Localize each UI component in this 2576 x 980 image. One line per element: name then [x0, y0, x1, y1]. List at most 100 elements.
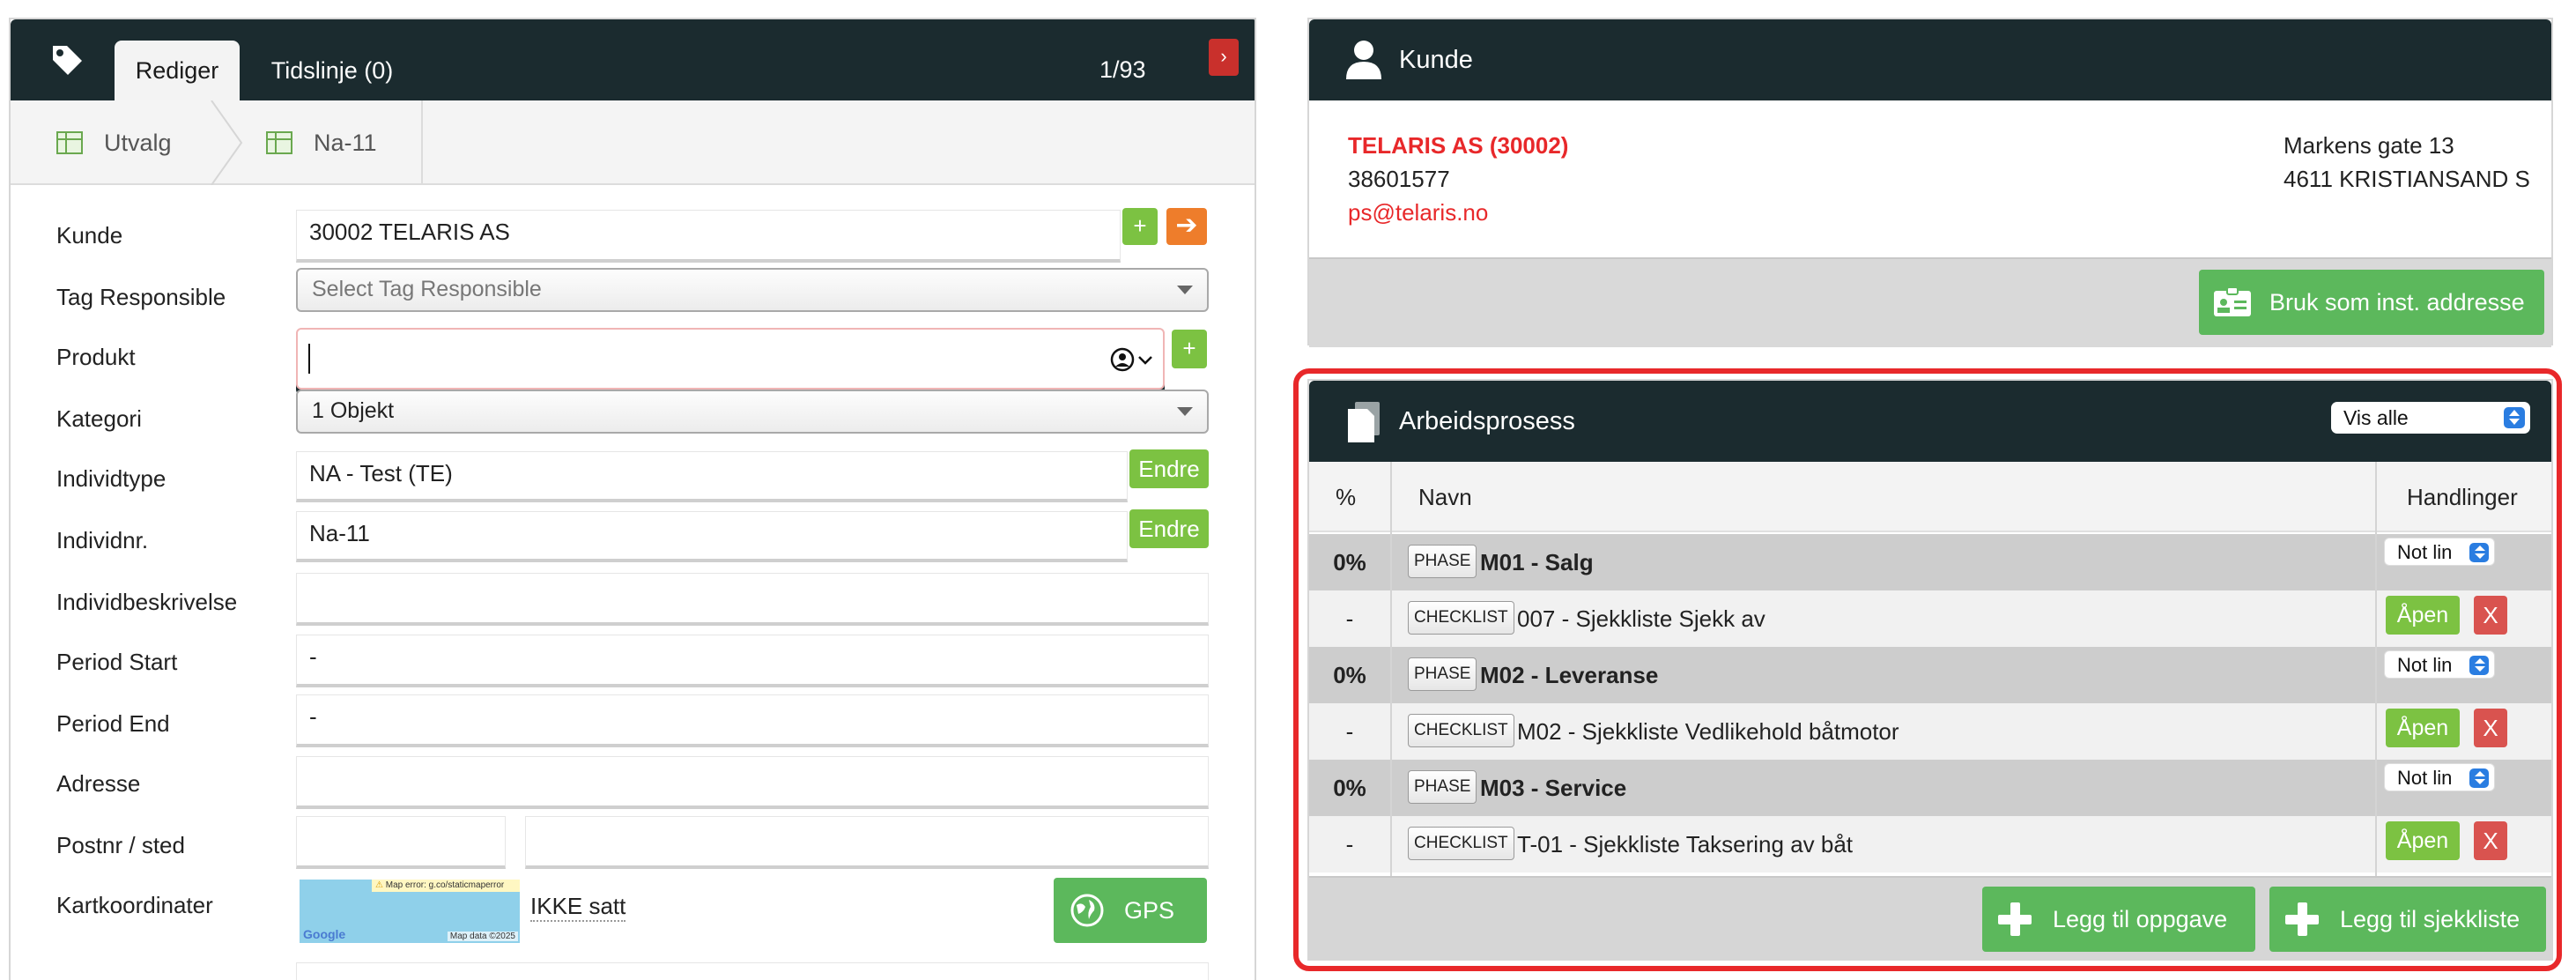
row-name: M01 - Salg [1480, 549, 1594, 575]
individbeskrivelse-input[interactable] [296, 573, 1209, 626]
row-percent: 0% [1333, 549, 1366, 575]
individtype-input[interactable]: NA - Test (TE) [296, 451, 1128, 502]
map-error-text: Map error: g.co/staticmaperror [385, 880, 505, 890]
endre-individnr-button[interactable]: Endre [1129, 509, 1209, 548]
coordinates-status: IKKE satt [530, 892, 626, 922]
next-field-input[interactable] [296, 962, 1209, 980]
kartkoordinater-label: Kartkoordinater [56, 892, 213, 918]
produkt-label: Produkt [56, 344, 136, 370]
google-logo: Google [303, 927, 346, 941]
column-divider [1390, 462, 1392, 876]
individtype-label: Individtype [56, 465, 167, 492]
adresse-label: Adresse [56, 770, 141, 797]
kunde-label: Kunde [56, 222, 123, 249]
column-header-handlinger: Handlinger [2407, 484, 2518, 510]
open-button[interactable]: Åpen [2386, 821, 2460, 860]
tag-responsible-select[interactable]: Select Tag Responsible [296, 268, 1209, 312]
arbeidsprosess-title: Arbeidsprosess [1399, 407, 1575, 435]
row-percent: 0% [1333, 662, 1366, 688]
next-record-button[interactable]: › [1209, 39, 1239, 76]
kunde-footer: Bruk som inst. addresse [1309, 257, 2551, 347]
delete-button[interactable]: X [2474, 709, 2507, 747]
filter-select[interactable]: Vis alle [2331, 402, 2530, 434]
tag-responsible-placeholder: Select Tag Responsible [312, 277, 542, 301]
document-icon [1348, 402, 1380, 442]
column-divider [2375, 462, 2377, 876]
column-header-navn: Navn [1418, 484, 1472, 510]
row-percent: - [1345, 605, 1354, 632]
produkt-input[interactable] [296, 328, 1165, 390]
postnr-sted-label: Postnr / sted [56, 832, 185, 858]
row-name: M02 - Leveranse [1480, 662, 1659, 688]
row-name: T-01 - Sjekkliste Taksering av båt [1517, 831, 1854, 858]
add-task-button[interactable]: Legg til oppgave [1982, 887, 2255, 952]
go-to-kunde-button[interactable]: ➔ [1166, 208, 1207, 245]
row-name: M03 - Service [1480, 775, 1627, 801]
individnr-input[interactable]: Na-11 [296, 511, 1128, 562]
period-start-label: Period Start [56, 649, 178, 675]
delete-button[interactable]: X [2474, 596, 2507, 635]
sted-input[interactable] [525, 816, 1209, 869]
kunde-address-line1: Markens gate 13 [2284, 132, 2454, 159]
id-card-icon [2214, 287, 2251, 316]
use-as-install-address-button[interactable]: Bruk som inst. addresse [2199, 270, 2544, 335]
status-select[interactable]: Not lin [2384, 538, 2495, 566]
tab-tidslinje[interactable]: Tidslinje (0) [257, 41, 407, 100]
chevron-down-icon [1138, 356, 1152, 365]
add-checklist-button[interactable]: Legg til sjekkliste [2269, 887, 2546, 952]
map-error-banner: ⚠ Map error: g.co/staticmaperror [372, 880, 520, 892]
add-kunde-button[interactable]: + [1122, 208, 1158, 245]
warning-icon: ⚠ [375, 880, 383, 890]
period-end-input[interactable]: - [296, 694, 1209, 747]
breadcrumb-item-na11[interactable]: Na-11 [266, 100, 377, 185]
map-thumbnail[interactable]: ⚠ Map error: g.co/staticmaperror Google … [300, 880, 520, 943]
select-arrows-icon [2469, 543, 2489, 562]
period-start-input[interactable]: - [296, 635, 1209, 687]
individnr-label: Individnr. [56, 527, 149, 553]
kunde-name-link[interactable]: TELARIS AS (30002) [1348, 132, 1568, 160]
row-percent: - [1345, 718, 1354, 745]
editor-header: Rediger Tidslinje (0) 1/93 › [11, 19, 1255, 100]
select-arrows-icon [2504, 407, 2525, 428]
user-icon [1346, 41, 1381, 79]
status-value: Not lin [2397, 541, 2453, 563]
breadcrumb-separator-icon [211, 100, 243, 185]
phase-badge: PHASE [1408, 545, 1477, 578]
next-field-label: N [56, 975, 73, 980]
period-end-label: Period End [56, 710, 170, 737]
tab-rediger[interactable]: Rediger [115, 41, 240, 100]
text-cursor [308, 344, 310, 374]
editor-panel: Rediger Tidslinje (0) 1/93 › Utvalg Na-1… [9, 18, 1256, 980]
table-row: 0% PHASE M03 - Service Not lin [1309, 760, 2551, 816]
endre-individtype-button[interactable]: Endre [1129, 449, 1209, 488]
table-row: - CHECKLIST T-01 - Sjekkliste Taksering … [1309, 816, 2551, 872]
breadcrumb-item-utvalg[interactable]: Utvalg [56, 100, 172, 185]
status-select[interactable]: Not lin [2384, 763, 2495, 791]
row-name: M02 - Sjekkliste Vedlikehold båtmotor [1517, 718, 1899, 745]
phase-badge: PHASE [1408, 770, 1477, 804]
status-value: Not lin [2397, 654, 2453, 676]
kunde-email-link[interactable]: ps@telaris.no [1348, 199, 1488, 226]
record-pager: 1/93 [1099, 56, 1146, 83]
phase-badge: PHASE [1408, 657, 1477, 691]
kunde-header: Kunde [1309, 19, 2551, 100]
add-produkt-button[interactable]: + [1172, 330, 1207, 368]
open-button[interactable]: Åpen [2386, 709, 2460, 747]
kunde-input[interactable]: 30002 TELARIS AS [296, 210, 1121, 263]
adresse-input[interactable] [296, 756, 1209, 809]
kategori-value: 1 Objekt [312, 398, 395, 423]
open-button[interactable]: Åpen [2386, 596, 2460, 635]
postnr-input[interactable] [296, 816, 506, 869]
row-percent: - [1345, 831, 1354, 858]
kategori-select[interactable]: 1 Objekt [296, 390, 1209, 434]
arbeidsprosess-header: Arbeidsprosess Vis alle [1309, 381, 2551, 462]
tag-responsible-label: Tag Responsible [56, 284, 226, 310]
kunde-address-line2: 4611 KRISTIANSAND S [2284, 166, 2530, 192]
delete-button[interactable]: X [2474, 821, 2507, 860]
use-as-install-address-label: Bruk som inst. addresse [2269, 289, 2525, 316]
plus-icon [2285, 902, 2319, 936]
map-credit: Map data ©2025 [447, 932, 518, 941]
gps-button[interactable]: GPS [1054, 878, 1207, 943]
breadcrumb-label: Utvalg [104, 129, 172, 156]
status-select[interactable]: Not lin [2384, 650, 2495, 679]
